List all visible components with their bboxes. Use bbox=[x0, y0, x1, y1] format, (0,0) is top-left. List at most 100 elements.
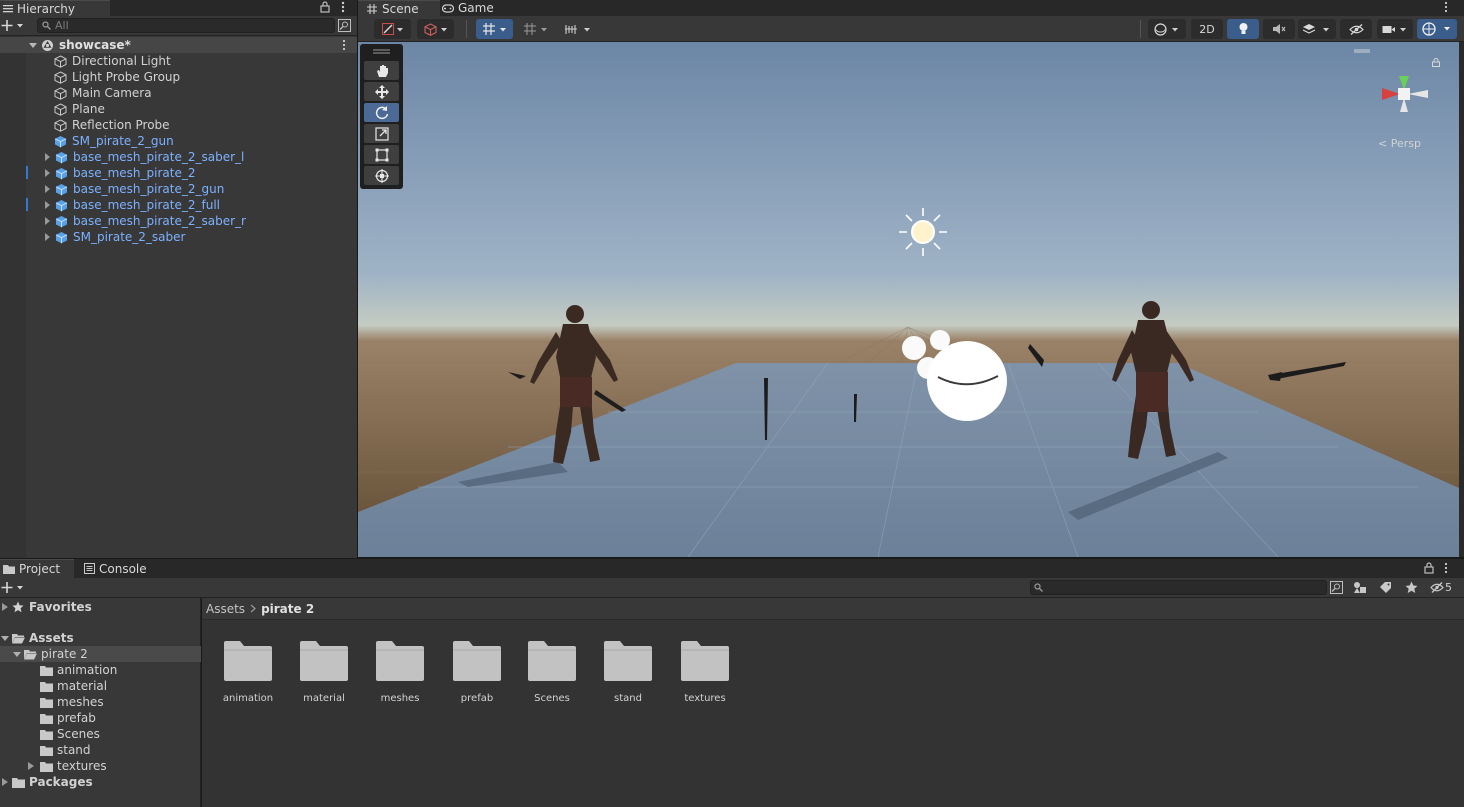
lightbulb-icon bbox=[1238, 22, 1249, 36]
tag-icon[interactable] bbox=[1379, 581, 1392, 594]
transform-tool-button[interactable] bbox=[364, 166, 399, 185]
asset-folder[interactable]: Scenes bbox=[516, 641, 588, 704]
scene-more-icon[interactable] bbox=[341, 39, 347, 51]
hierarchy-item[interactable]: base_mesh_pirate_2_gun bbox=[0, 181, 357, 197]
breadcrumb-item[interactable]: Assets bbox=[206, 602, 245, 616]
lock-icon[interactable] bbox=[320, 1, 330, 13]
breadcrumb-current[interactable]: pirate 2 bbox=[261, 602, 314, 616]
hierarchy-search-input[interactable]: All bbox=[37, 18, 335, 33]
tree-item-subfolder[interactable]: prefab bbox=[0, 710, 201, 726]
project-search-input[interactable] bbox=[1030, 580, 1327, 595]
star-icon[interactable] bbox=[1405, 581, 1418, 594]
tree-item-subfolder[interactable]: Scenes bbox=[0, 726, 201, 742]
asset-folder[interactable]: meshes bbox=[364, 641, 436, 704]
hierarchy-item[interactable]: base_mesh_pirate_2 bbox=[0, 165, 357, 181]
chevron-right-icon[interactable] bbox=[42, 216, 52, 226]
grid-snapping-toggle[interactable] bbox=[476, 19, 513, 39]
hierarchy-item[interactable]: Light Probe Group bbox=[0, 69, 357, 85]
add-dropdown-button[interactable] bbox=[1, 19, 27, 32]
search-by-type-icon[interactable] bbox=[338, 19, 351, 32]
asset-folder[interactable]: stand bbox=[592, 641, 664, 704]
tree-item-selected-folder[interactable]: pirate 2 bbox=[0, 646, 201, 662]
scene-root-row[interactable]: showcase* bbox=[0, 37, 357, 53]
asset-name: textures bbox=[684, 693, 726, 704]
folder-large-icon bbox=[376, 641, 424, 681]
prefab-icon bbox=[55, 199, 68, 212]
grid-visibility-dropdown[interactable] bbox=[518, 19, 554, 39]
chevron-right-icon[interactable] bbox=[42, 168, 52, 178]
search-by-type-icon[interactable] bbox=[1330, 581, 1343, 594]
gizmos-dropdown[interactable] bbox=[1417, 19, 1457, 39]
tree-item-subfolder[interactable]: stand bbox=[0, 742, 201, 758]
hand-tool-button[interactable] bbox=[364, 61, 399, 80]
tab-project[interactable]: Project bbox=[0, 559, 74, 578]
rect-tool-button[interactable] bbox=[364, 145, 399, 164]
shading-sphere-dropdown[interactable] bbox=[1148, 19, 1186, 39]
mode-2d-toggle[interactable]: 2D bbox=[1191, 19, 1223, 39]
chevron-right-icon[interactable] bbox=[27, 761, 35, 771]
hierarchy-item[interactable]: SM_pirate_2_gun bbox=[0, 133, 357, 149]
effects-dropdown[interactable] bbox=[1298, 19, 1336, 39]
scene-viewport[interactable] bbox=[358, 42, 1459, 557]
tree-item-favorites[interactable]: Favorites bbox=[0, 599, 201, 615]
hierarchy-item[interactable]: SM_pirate_2_saber bbox=[0, 229, 357, 245]
chevron-right-icon[interactable] bbox=[42, 184, 52, 194]
asset-name: material bbox=[303, 693, 345, 704]
project-more-icon[interactable] bbox=[1443, 562, 1449, 574]
hierarchy-item[interactable]: base_mesh_pirate_2_saber_r bbox=[0, 213, 357, 229]
chevron-down-icon[interactable] bbox=[1, 633, 9, 643]
tree-item-packages[interactable]: Packages bbox=[0, 774, 201, 790]
hierarchy-item[interactable]: Plane bbox=[0, 101, 357, 117]
asset-folder[interactable]: material bbox=[288, 641, 360, 704]
rotate-tool-button[interactable] bbox=[364, 103, 399, 122]
hierarchy-item[interactable]: Directional Light bbox=[0, 53, 357, 69]
hierarchy-item[interactable]: Main Camera bbox=[0, 85, 357, 101]
more-menu-icon[interactable] bbox=[340, 1, 346, 13]
gameobject-icon bbox=[54, 70, 67, 84]
scale-tool-button[interactable] bbox=[364, 124, 399, 143]
scene-more-menu-icon[interactable] bbox=[1443, 1, 1449, 13]
project-lock-icon[interactable] bbox=[1424, 562, 1434, 574]
project-add-dropdown[interactable] bbox=[1, 581, 27, 594]
tree-item-assets[interactable]: Assets bbox=[0, 630, 201, 646]
audio-toggle[interactable] bbox=[1263, 19, 1295, 39]
hidden-objects-toggle[interactable] bbox=[1340, 19, 1372, 39]
perspective-label[interactable]: < Persp bbox=[1378, 137, 1421, 150]
chevron-right-icon[interactable] bbox=[1, 602, 9, 612]
tree-item-subfolder[interactable]: material bbox=[0, 678, 201, 694]
tree-item-subfolder[interactable]: animation bbox=[0, 662, 201, 678]
draw-mode-dropdown[interactable] bbox=[374, 19, 411, 39]
chevron-right-icon[interactable] bbox=[42, 232, 52, 242]
move-tool-button[interactable] bbox=[364, 82, 399, 101]
chevron-right-icon[interactable] bbox=[42, 152, 52, 162]
tree-item-subfolder[interactable]: textures bbox=[0, 758, 201, 774]
camera-icon bbox=[1382, 24, 1408, 35]
chevron-right-icon[interactable] bbox=[1, 777, 9, 787]
camera-settings-dropdown[interactable] bbox=[1377, 19, 1413, 39]
asset-name: stand bbox=[614, 693, 642, 704]
increment-snapping-dropdown[interactable] bbox=[560, 19, 596, 39]
hierarchy-item[interactable]: base_mesh_pirate_2_saber_l bbox=[0, 149, 357, 165]
tab-scene[interactable]: Scene bbox=[358, 0, 440, 16]
folder-icon bbox=[3, 564, 15, 574]
asset-folder[interactable]: animation bbox=[212, 641, 284, 704]
tree-item-subfolder[interactable]: meshes bbox=[0, 694, 201, 710]
chevron-right-icon[interactable] bbox=[42, 200, 52, 210]
hierarchy-item[interactable]: base_mesh_pirate_2_full bbox=[0, 197, 357, 213]
gizmo-lock-icon[interactable] bbox=[1432, 58, 1440, 67]
search-icon bbox=[1034, 583, 1043, 592]
render-mode-dropdown[interactable] bbox=[417, 19, 454, 39]
filter-by-type-icon[interactable] bbox=[1353, 581, 1367, 594]
tab-game[interactable]: Game bbox=[442, 0, 512, 16]
hand-icon bbox=[375, 64, 389, 78]
chevron-down-icon[interactable] bbox=[13, 649, 21, 659]
asset-folder[interactable]: textures bbox=[669, 641, 741, 704]
tab-hierarchy[interactable]: Hierarchy bbox=[0, 0, 110, 16]
hidden-packages-toggle[interactable]: 5 bbox=[1430, 581, 1452, 594]
hierarchy-item[interactable]: Reflection Probe bbox=[0, 117, 357, 133]
tab-console[interactable]: Console bbox=[80, 559, 160, 578]
asset-folder[interactable]: prefab bbox=[441, 641, 513, 704]
lighting-toggle[interactable] bbox=[1227, 19, 1259, 39]
chevron-down-icon[interactable] bbox=[28, 40, 38, 50]
overlay-handle-icon[interactable] bbox=[1354, 49, 1370, 53]
